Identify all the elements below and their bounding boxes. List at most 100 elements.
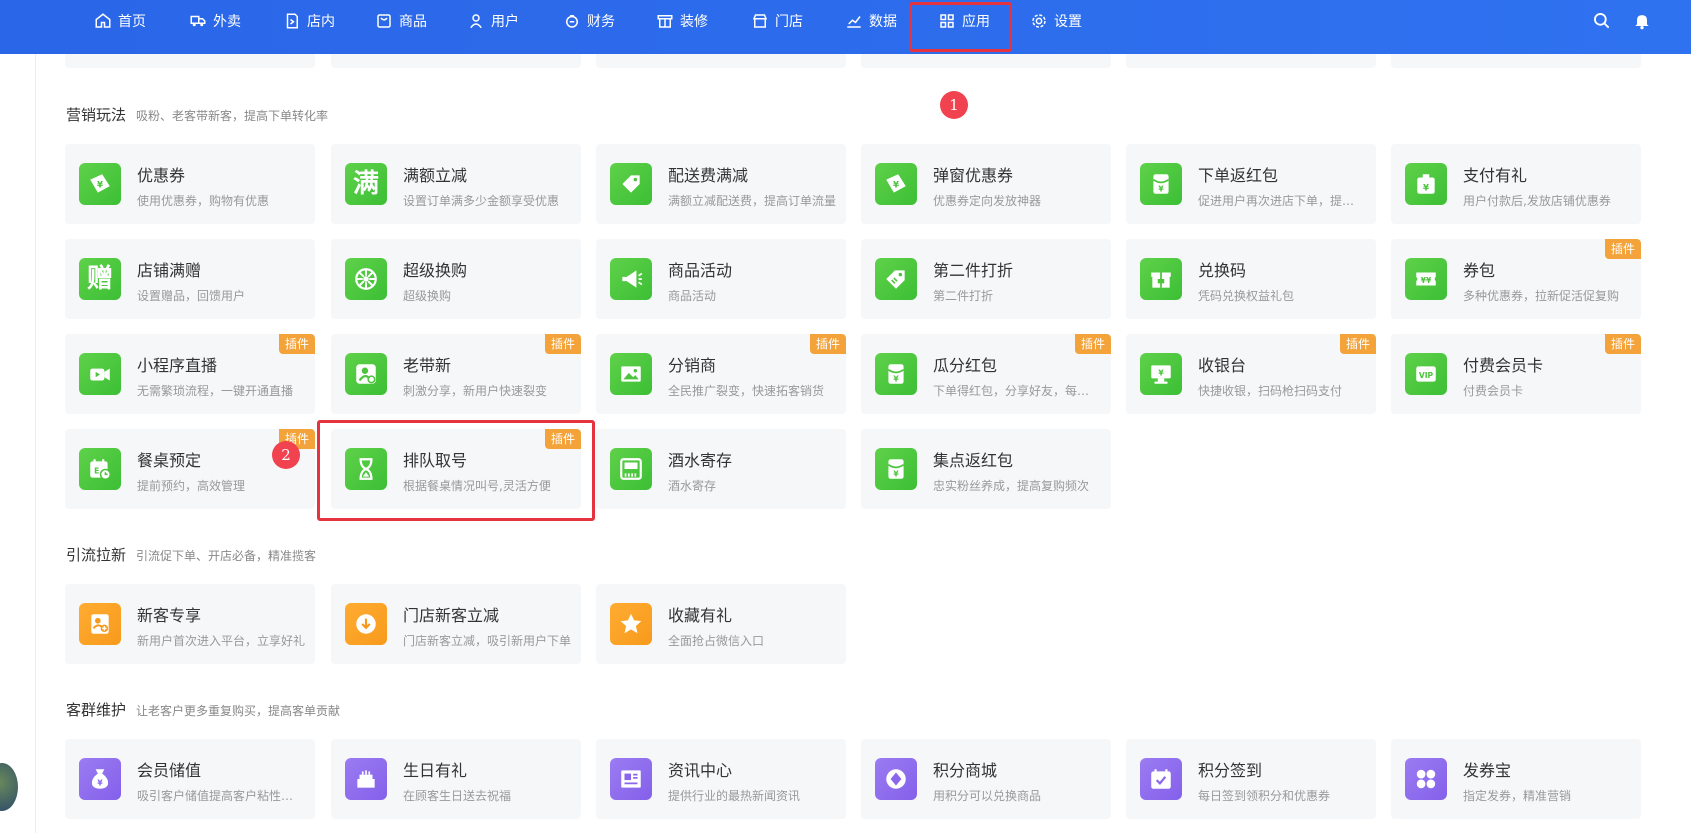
nav-item-home[interactable]: 首页: [94, 0, 146, 42]
app-card[interactable]: ¥ 优惠券 使用优惠券，购物有优惠: [65, 144, 315, 224]
app-card-description: 在顾客生日送去祝福: [403, 789, 512, 803]
app-card[interactable]: VIP 付费会员卡 付费会员卡 插件: [1391, 334, 1641, 414]
shop-icon: [751, 12, 769, 30]
app-card[interactable]: 生日有礼在顾客生日送去祝福: [331, 739, 581, 819]
nav-item-gear[interactable]: 设置: [1030, 0, 1082, 42]
section-header: 引流拉新 引流促下单、开店必备，精准揽客: [66, 544, 316, 565]
red-envelope-icon: ¥: [875, 353, 917, 395]
app-card[interactable]: ¥ 瓜分红包下单得红包，分享好友，每人都能领 插件: [861, 334, 1111, 414]
app-card-description: 设置订单满多少金额享受优惠: [403, 194, 560, 208]
red-envelope-icon: ¥: [875, 448, 917, 490]
nav-item-label: 店内: [307, 14, 335, 30]
app-card[interactable]: 小程序直播 无需繁琐流程，一键开通直播 插件: [65, 334, 315, 414]
app-card-title: 生日有礼: [403, 761, 468, 780]
svg-text:¥: ¥: [1158, 369, 1164, 378]
nav-item-user[interactable]: 用户: [467, 0, 519, 42]
nav-item-delivery[interactable]: 外卖: [189, 0, 241, 42]
nav-item-store-in[interactable]: 店内: [283, 0, 335, 42]
plugin-badge: 插件: [809, 334, 846, 354]
new-user-icon: [79, 603, 121, 645]
plugin-badge: 插件: [278, 334, 315, 354]
app-card[interactable]: 门店新客立减 门店新客立减，吸引新用户下单: [331, 584, 581, 664]
svg-text:¥: ¥: [893, 180, 899, 190]
nav-item-label: 装修: [680, 14, 708, 30]
app-card[interactable]: ¥ 收银台 快捷收银，扫码枪扫码支付 插件: [1126, 334, 1376, 414]
section-title: 引流拉新: [66, 546, 127, 564]
delivery-icon: [189, 12, 207, 30]
badge-down-icon: [345, 603, 387, 645]
app-card[interactable]: 赠店铺满赠 设置赠品，回馈用户: [65, 239, 315, 319]
step-marker-1: 1: [940, 91, 968, 119]
gift-envelope-icon: ¥: [1405, 163, 1447, 205]
svg-text:¥: ¥: [1158, 185, 1164, 194]
app-card-description: 多种优惠券，拉新促活促复购: [1463, 289, 1620, 303]
nav-item-finance[interactable]: 财务: [563, 0, 615, 42]
section-description: 让老客户更多重复购买，提高客单贡献: [136, 704, 341, 718]
app-card-title: 会员储值: [137, 761, 202, 780]
goods-icon: [375, 12, 393, 30]
nav-item-label: 用户: [491, 14, 519, 30]
price-tag-icon: [875, 258, 917, 300]
zeng-glyph-icon: 赠: [79, 258, 121, 300]
app-card[interactable]: 收藏有礼 全面抢占微信入口: [596, 584, 846, 664]
nav-item-chart[interactable]: 数据: [845, 0, 897, 42]
nav-item-decor[interactable]: 装修: [656, 0, 708, 42]
app-card-description: 门店新客立减，吸引新用户下单: [403, 634, 571, 648]
app-card[interactable]: 积分商城 用积分可以兑换商品: [861, 739, 1111, 819]
svg-text:¥: ¥: [97, 180, 103, 190]
calendar-check-icon: [1140, 758, 1182, 800]
svg-text:E: E: [94, 466, 99, 475]
card-partial: [65, 54, 315, 68]
news-icon: [610, 758, 652, 800]
app-card[interactable]: 商品活动 商品活动: [596, 239, 846, 319]
app-card[interactable]: 资讯中心 提供行业的最热新闻资讯: [596, 739, 846, 819]
app-card[interactable]: 发券宝 指定发券，精准营销: [1391, 739, 1641, 819]
app-card-title: 资讯中心: [668, 761, 733, 780]
nav-item-label: 设置: [1054, 14, 1082, 30]
app-card[interactable]: 酒水寄存 酒水寄存: [596, 429, 846, 509]
nav-item-goods[interactable]: 商品: [375, 0, 427, 42]
app-card[interactable]: 第二件打折 第二件打折: [861, 239, 1111, 319]
section-description: 引流促下单、开店必备，精准揽客: [136, 549, 317, 563]
app-card[interactable]: 新客专享 新用户首次进入平台，立享好礼: [65, 584, 315, 664]
app-card[interactable]: ¥¥ 券包 多种优惠券，拉新促活促复购 插件: [1391, 239, 1641, 319]
plugin-badge: 插件: [1604, 239, 1641, 259]
app-card[interactable]: 积分签到 每日签到领积分和优惠券: [1126, 739, 1376, 819]
app-card[interactable]: 分销商 全民推广裂变，快速拓客销货 插件: [596, 334, 846, 414]
app-card[interactable]: ¥ 会员储值 吸引客户储值提高客户粘性和复购: [65, 739, 315, 819]
app-card-description: 优惠券定向发放神器: [933, 194, 1042, 208]
app-card[interactable]: 老带新 刺激分享，新用户快速裂变 插件: [331, 334, 581, 414]
bell-icon[interactable]: [1632, 11, 1652, 31]
app-card-title: 弹窗优惠券: [933, 166, 1014, 185]
app-card[interactable]: 兑换码 凭码兑换权益礼包: [1126, 239, 1376, 319]
cake-icon: [345, 758, 387, 800]
calendar-clock-icon: E: [79, 448, 121, 490]
app-card-description: 提前预约，高效管理: [137, 479, 246, 493]
app-card-description: 全民推广裂变，快速拓客销货: [668, 384, 825, 398]
app-card[interactable]: 满满额立减 设置订单满多少金额享受优惠: [331, 144, 581, 224]
highlight-box-apps-nav: [909, 2, 1012, 52]
app-card[interactable]: ¥ 弹窗优惠券优惠券定向发放神器: [861, 144, 1111, 224]
app-card-title: 支付有礼: [1463, 166, 1528, 185]
app-card-title: 瓜分红包: [933, 356, 998, 375]
image-icon: [610, 353, 652, 395]
app-card-description: 超级换购: [403, 289, 452, 303]
app-card[interactable]: 超级换购 超级换购: [331, 239, 581, 319]
nav-item-shop[interactable]: 门店: [751, 0, 803, 42]
app-card-title: 下单返红包: [1198, 166, 1279, 185]
chart-icon: [845, 12, 863, 30]
app-card[interactable]: ¥ 下单返红包促进用户再次进店下单，提升复购率: [1126, 144, 1376, 224]
app-card[interactable]: E 餐桌预定 提前预约，高效管理 插件: [65, 429, 315, 509]
svg-text:¥¥: ¥¥: [1421, 276, 1432, 285]
app-card-description: 设置赠品，回馈用户: [137, 289, 246, 303]
svg-text:¥: ¥: [97, 779, 103, 788]
app-card[interactable]: ¥ 集点返红包 忠实粉丝养成，提高复购频次: [861, 429, 1111, 509]
user-add-icon: [345, 353, 387, 395]
card-partial: [596, 54, 846, 68]
app-card[interactable]: ¥ 支付有礼 用户付款后,发放店铺优惠券: [1391, 144, 1641, 224]
step-marker-2: 2: [272, 441, 300, 469]
storage-icon: [610, 448, 652, 490]
search-icon[interactable]: [1592, 11, 1612, 31]
app-card[interactable]: 配送费满减 满额立减配送费，提高订单流量: [596, 144, 846, 224]
section-header: 营销玩法 吸粉、老客带新客，提高下单转化率: [66, 104, 328, 125]
